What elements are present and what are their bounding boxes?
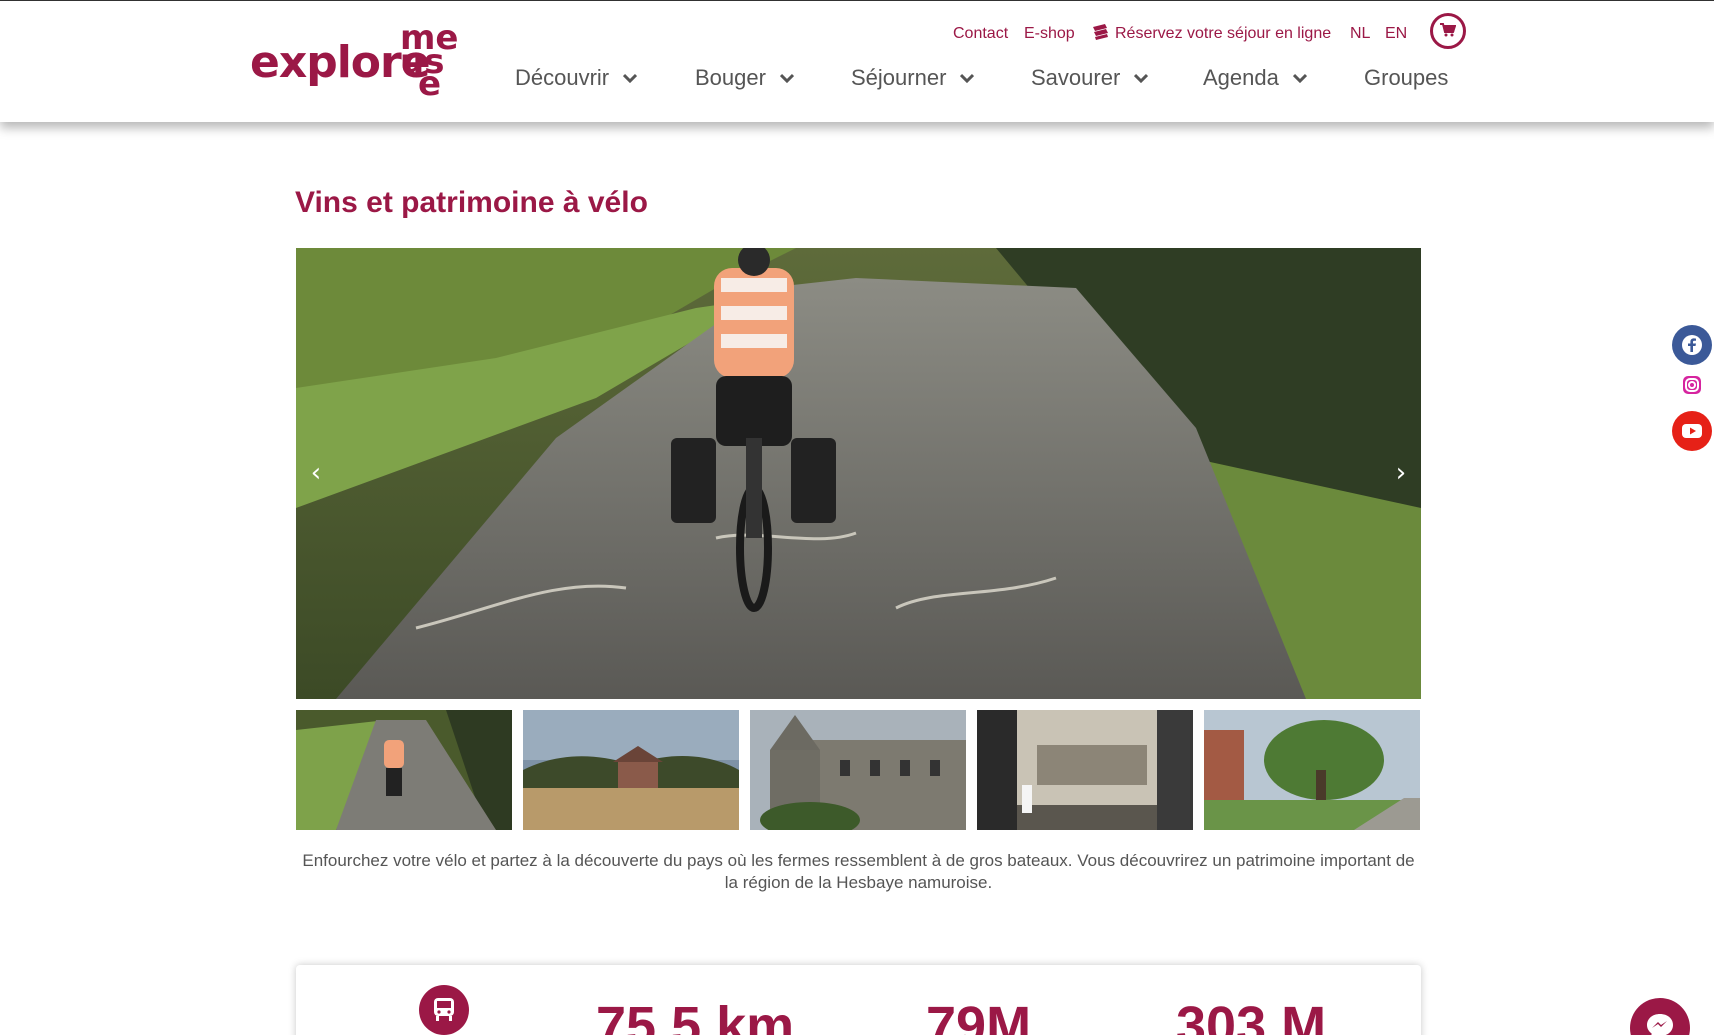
chevron-down-icon: [1134, 73, 1149, 83]
cart-icon: [1440, 22, 1457, 41]
page-description: Enfourchez votre vélo et partez à la déc…: [302, 851, 1415, 892]
youtube-icon: [1682, 424, 1702, 438]
thumbnail-2[interactable]: [523, 710, 739, 830]
instagram-button[interactable]: [1680, 373, 1704, 397]
booking-link[interactable]: Réservez votre séjour en ligne: [1115, 25, 1331, 43]
nav-label: Séjourner: [851, 65, 947, 90]
messenger-icon: [1647, 1014, 1673, 1035]
chevron-left-icon: ‹: [310, 458, 322, 488]
site-header: explore me us e Contact E-shop Réservez …: [0, 1, 1714, 122]
facebook-icon: [1682, 335, 1702, 355]
thumbnail-4[interactable]: [977, 710, 1193, 830]
chevron-down-icon: [623, 73, 638, 83]
nav-label: Groupes: [1364, 65, 1449, 90]
route-stats-card: 75,5 km 79M 303 M: [296, 965, 1421, 1035]
stat-elevation-gain: 79M: [926, 996, 1032, 1035]
thumbnail-1[interactable]: [296, 710, 512, 830]
booking-icon: [1091, 23, 1111, 46]
slider-prev-button[interactable]: ‹: [304, 458, 328, 488]
cart-button[interactable]: [1430, 13, 1466, 49]
stat-elevation-max: 303 M: [1176, 996, 1327, 1035]
nav-item-agenda[interactable]: Agenda: [1203, 65, 1307, 91]
lang-nl-link[interactable]: NL: [1350, 25, 1370, 43]
slide-photo: [296, 248, 1421, 699]
facebook-button[interactable]: [1672, 325, 1712, 365]
nav-item-sejourner[interactable]: Séjourner: [851, 65, 975, 91]
stat-distance: 75,5 km: [596, 996, 795, 1035]
thumbnail-3[interactable]: [750, 710, 966, 830]
thumbnail-strip: [296, 710, 1421, 830]
page-title: Vins et patrimoine à vélo: [295, 186, 648, 219]
nav-item-groupes[interactable]: Groupes: [1364, 65, 1448, 91]
thumbnail-5[interactable]: [1204, 710, 1420, 830]
bus-icon: [419, 985, 469, 1035]
nav-label: Savourer: [1031, 65, 1121, 90]
contact-link[interactable]: Contact: [953, 25, 1008, 43]
instagram-icon: [1683, 376, 1701, 394]
nav-item-savourer[interactable]: Savourer: [1031, 65, 1149, 91]
chevron-right-icon: ›: [1395, 458, 1407, 488]
messenger-chat-button[interactable]: [1630, 998, 1690, 1035]
nav-label: Bouger: [695, 65, 766, 90]
chevron-down-icon: [779, 73, 794, 83]
youtube-button[interactable]: [1672, 411, 1712, 451]
lang-en-link[interactable]: EN: [1385, 25, 1407, 43]
nav-label: Agenda: [1203, 65, 1279, 90]
chevron-down-icon: [960, 73, 975, 83]
nav-label: Découvrir: [515, 65, 610, 90]
chevron-down-icon: [1292, 73, 1307, 83]
main-nav: Découvrir Bouger Séjourner Savourer Agen…: [0, 65, 1714, 99]
slider-next-button[interactable]: ›: [1389, 458, 1413, 488]
image-slider[interactable]: ‹ ›: [296, 248, 1421, 699]
nav-item-bouger[interactable]: Bouger: [695, 65, 794, 91]
nav-item-decouvrir[interactable]: Découvrir: [515, 65, 638, 91]
eshop-link[interactable]: E-shop: [1024, 25, 1075, 43]
